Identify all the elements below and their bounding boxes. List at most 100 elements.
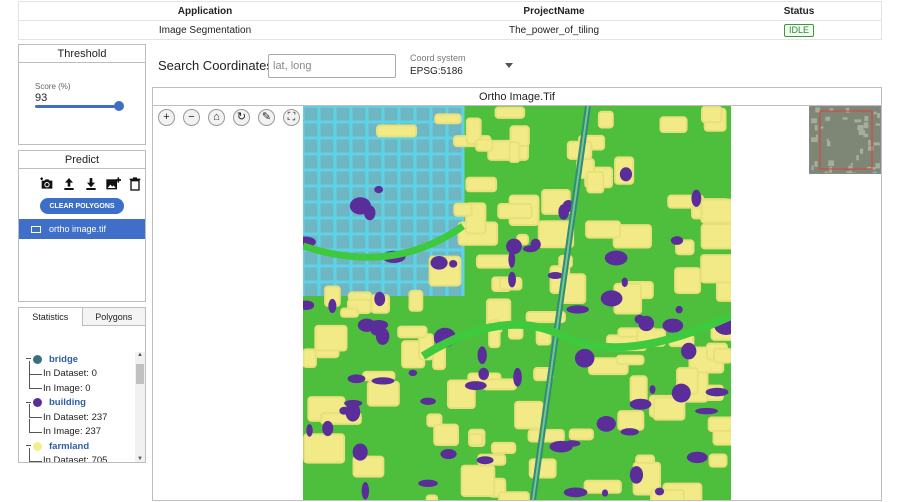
building-patch (662, 318, 684, 333)
minimap-spot (863, 133, 869, 138)
building-patch (374, 185, 384, 194)
building-patch (506, 238, 522, 255)
minimap-spot (828, 160, 834, 167)
tree-leaf: In Image: 237 (23, 418, 141, 440)
minimap-spot (829, 108, 834, 111)
minimap-spot (857, 125, 864, 131)
minimap-spot (815, 134, 818, 139)
minimap-spot (845, 107, 850, 113)
farmland-patch (366, 380, 400, 407)
zoom-in-button[interactable]: + (158, 109, 175, 126)
farmland-patch (712, 347, 731, 364)
add-image-icon[interactable] (105, 176, 121, 192)
minimap-spot (826, 138, 829, 142)
file-list-item[interactable]: ortho image.tif (19, 219, 145, 239)
scroll-down-icon[interactable]: ▼ (137, 456, 143, 462)
search-coordinates-input[interactable] (268, 54, 396, 78)
score-slider-track[interactable] (35, 105, 119, 108)
coord-system-select[interactable]: EPSG:5186 (410, 66, 463, 77)
application-value: Image Segmentation (158, 25, 252, 36)
farmland-patch (497, 203, 533, 220)
building-patch (600, 290, 623, 307)
farmland-patch (460, 464, 496, 497)
farmland-patch (408, 289, 424, 312)
building-patch (418, 479, 438, 488)
minimap-spot (863, 122, 869, 129)
fullscreen-icon[interactable]: ⛶ (283, 109, 300, 126)
building-patch (449, 260, 458, 268)
minimap-spot (850, 163, 853, 166)
minimap-spot (827, 140, 831, 147)
farmland-patch (700, 198, 731, 224)
column-header-project-name: ProjectName (523, 5, 585, 17)
farmland-patch (494, 106, 526, 119)
building-patch (508, 271, 517, 288)
table-row: Image Segmentation The_power_of_tiling I… (19, 21, 881, 40)
building-patch (566, 305, 589, 314)
camera-icon[interactable] (39, 176, 55, 192)
building-patch (322, 420, 334, 437)
farmland-patch (475, 138, 494, 152)
building-patch (621, 277, 628, 288)
threshold-panel: Threshold Score (%) 93 (18, 44, 146, 145)
threshold-title: Threshold (19, 45, 145, 63)
home-icon[interactable]: ⌂ (208, 109, 225, 126)
tab-polygons[interactable]: Polygons (82, 308, 145, 326)
building-patch (464, 381, 487, 391)
building-patch (306, 424, 313, 437)
statistics-panel: Statistics Polygons bridge In Dataset: 0… (18, 307, 146, 463)
farmland-patch (482, 378, 518, 391)
farmland-patch (397, 325, 428, 339)
map-viewer: Ortho Image.Tif + − ⌂ ↻ ✎ ⛶ (152, 87, 882, 501)
download-icon[interactable] (83, 176, 99, 192)
draw-icon[interactable]: ✎ (258, 109, 275, 126)
minimap-spot (864, 115, 869, 122)
minimap-spot (868, 140, 871, 146)
clear-polygons-button[interactable]: CLEAR POLYGONS (40, 198, 124, 214)
score-label: Score (%) (35, 82, 71, 91)
building-patch (619, 167, 633, 182)
segmentation-map-image[interactable] (303, 106, 731, 500)
building-patch (357, 318, 376, 332)
tab-statistics[interactable]: Statistics (19, 308, 83, 326)
scroll-thumb[interactable] (136, 364, 144, 384)
class-name: building (49, 397, 86, 409)
building-patch (604, 250, 628, 266)
building-patch (364, 205, 376, 221)
upload-icon[interactable] (61, 176, 77, 192)
score-slider-thumb[interactable] (113, 101, 124, 111)
search-coordinates-label: Search Coordinates: (158, 58, 277, 73)
farmland-patch (339, 307, 360, 318)
building-patch (371, 377, 395, 385)
farmland-patch (514, 400, 544, 430)
farmland-patch (508, 141, 521, 163)
chevron-down-icon[interactable] (505, 63, 513, 68)
file-name: ortho image.tif (49, 224, 107, 234)
rotate-icon[interactable]: ↻ (233, 109, 250, 126)
building-patch (671, 383, 691, 403)
building-patch (408, 369, 418, 377)
status-badge: IDLE (783, 24, 814, 37)
building-patch (430, 255, 448, 270)
zoom-out-button[interactable]: − (183, 109, 200, 126)
scroll-up-icon[interactable]: ▲ (137, 352, 143, 358)
farmland-patch (707, 416, 731, 432)
predict-panel: Predict CLEAR POLYGONS ortho image.tif (18, 150, 146, 302)
building-patch (691, 189, 702, 207)
trash-icon[interactable] (127, 176, 143, 192)
farmland-patch (303, 433, 346, 464)
minimap-spot (811, 118, 817, 124)
building-patch (352, 443, 368, 461)
minimap-spot (875, 163, 880, 169)
minimap[interactable] (809, 106, 881, 174)
farmland-patch (708, 453, 728, 468)
farmland-patch (468, 432, 484, 447)
building-patch (347, 374, 366, 384)
class-name: farmland (49, 440, 90, 452)
building-patch (345, 402, 361, 422)
file-icon (31, 225, 41, 233)
column-header-status: Status (783, 5, 815, 17)
tree-scrollbar[interactable]: ▲ ▼ (135, 352, 145, 462)
predict-toolbar (39, 176, 143, 192)
building-patch (558, 204, 570, 220)
